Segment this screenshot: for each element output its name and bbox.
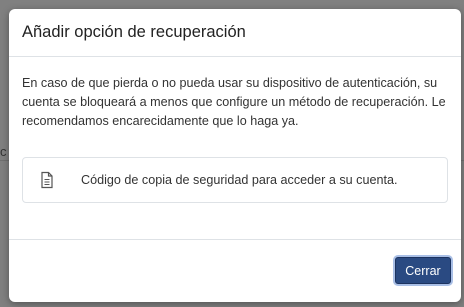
dialog-description: En caso de que pierda o no pueda usar su…	[22, 76, 446, 128]
background-text: c	[0, 144, 7, 159]
backup-code-option-label: Código de copia de seguridad para accede…	[81, 173, 398, 187]
dialog-header: Añadir opción de recuperación	[9, 9, 461, 57]
dialog-body: En caso de que pierda o no pueda usar su…	[9, 57, 461, 203]
close-button[interactable]: Cerrar	[395, 257, 451, 284]
recovery-option-dialog: Añadir opción de recuperación En caso de…	[9, 9, 461, 302]
dialog-title: Añadir opción de recuperación	[22, 23, 246, 41]
dialog-footer: Cerrar	[9, 239, 461, 302]
backup-code-option[interactable]: Código de copia de seguridad para accede…	[22, 157, 448, 203]
document-icon	[39, 171, 55, 189]
